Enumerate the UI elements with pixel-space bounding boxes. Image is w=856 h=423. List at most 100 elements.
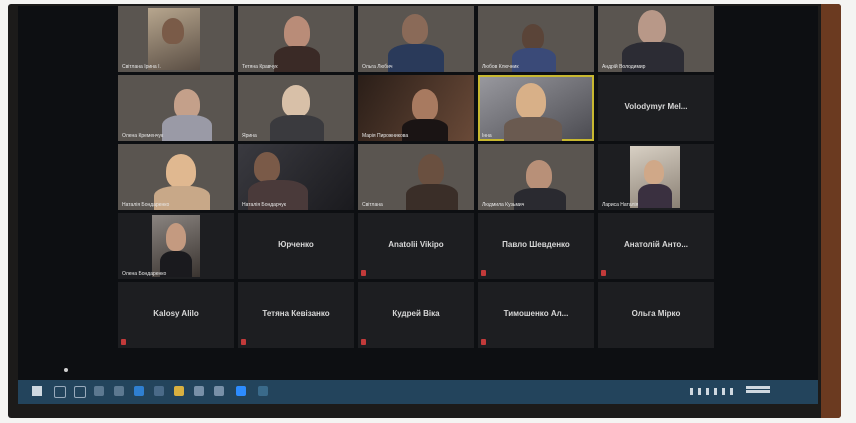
tray-icon[interactable] — [698, 388, 701, 395]
participant-figure — [526, 160, 552, 190]
participant-tile[interactable]: Світлана — [358, 144, 474, 210]
participant-tile[interactable]: Ольга Любич — [358, 6, 474, 72]
muted-mic-icon — [601, 270, 606, 276]
app-icon[interactable] — [114, 386, 124, 396]
participant-name: Ольга Мірко — [631, 309, 681, 318]
windows-start-icon[interactable] — [32, 386, 42, 396]
participant-tile[interactable]: Олена Бондаренко — [118, 213, 234, 279]
participant-name: Павло Шевденко — [502, 240, 570, 249]
participant-name: Тимошенко Ал... — [503, 309, 569, 318]
participant-tile[interactable]: Наталія Бондаренко — [118, 144, 234, 210]
participant-figure — [504, 117, 562, 141]
participant-name: Марія Пирожникова — [362, 133, 409, 139]
edge-browser-icon[interactable] — [134, 386, 144, 396]
screen: Світлана Ірина І. Тетяна Кравчук Ольга Л… — [18, 6, 818, 384]
participant-name: Лариса Наталія — [602, 202, 639, 208]
participant-video — [630, 146, 680, 208]
system-clock[interactable] — [746, 385, 770, 395]
participant-figure — [254, 152, 280, 182]
participant-figure — [284, 16, 310, 48]
participant-tile[interactable]: Наталія Бондарчук — [238, 144, 354, 210]
muted-mic-icon — [361, 270, 366, 276]
participant-gallery: Світлана Ірина І. Тетяна Кравчук Ольга Л… — [118, 6, 714, 350]
participant-name: Ярина — [242, 133, 257, 139]
participant-video — [148, 8, 200, 70]
windows-taskbar — [18, 380, 818, 404]
participant-tile[interactable]: Тетяна Кравчук — [238, 6, 354, 72]
app-icon[interactable] — [214, 386, 224, 396]
participant-video — [152, 215, 200, 277]
participant-figure — [412, 89, 438, 121]
participant-tile[interactable]: Марія Пирожникова — [358, 75, 474, 141]
muted-mic-icon — [481, 270, 486, 276]
tray-icon[interactable] — [706, 388, 709, 395]
volume-icon[interactable] — [722, 388, 725, 395]
participant-name: Світлана — [362, 202, 383, 208]
participant-figure — [388, 44, 444, 72]
participant-name: Олена Бондаренко — [122, 271, 167, 277]
participant-tile[interactable]: Любов Ключник — [478, 6, 594, 72]
participant-figure — [162, 18, 184, 44]
participant-tile[interactable]: Тетяна Кевізанко — [238, 282, 354, 348]
participant-tile[interactable]: Ярина — [238, 75, 354, 141]
muted-mic-icon — [361, 339, 366, 345]
muted-mic-icon — [121, 339, 126, 345]
participant-figure — [406, 184, 458, 210]
participant-figure — [270, 115, 324, 141]
app-icon[interactable] — [194, 386, 204, 396]
participant-figure — [638, 10, 666, 44]
participant-name: Ольга Любич — [362, 64, 393, 70]
participant-name: Anatolii Vikipo — [388, 240, 444, 249]
participant-tile[interactable]: Анатолій Анто... — [598, 213, 714, 279]
participant-name: Світлана Ірина І. — [122, 64, 161, 70]
app-icon[interactable] — [258, 386, 268, 396]
cursor — [64, 368, 68, 372]
participant-figure — [402, 14, 428, 44]
participant-tile[interactable]: Тимошенко Ал... — [478, 282, 594, 348]
participant-figure — [644, 160, 664, 184]
participant-tile[interactable]: Volodymyr Mel... — [598, 75, 714, 141]
participant-name: Любов Ключник — [482, 64, 519, 70]
participant-tile[interactable]: Юрченко — [238, 213, 354, 279]
participant-tile[interactable]: Kalosy Alilo — [118, 282, 234, 348]
monitor-frame: Світлана Ірина І. Тетяна Кравчук Ольга Л… — [8, 4, 841, 418]
search-icon[interactable] — [54, 386, 66, 398]
language-icon[interactable] — [730, 388, 733, 395]
participant-figure — [516, 83, 546, 119]
participant-figure — [402, 119, 448, 141]
wifi-icon[interactable] — [714, 388, 717, 395]
participant-tile[interactable]: Anatolii Vikipo — [358, 213, 474, 279]
participant-tile[interactable]: Андрій Володимир — [598, 6, 714, 72]
muted-mic-icon — [241, 339, 246, 345]
participant-tile[interactable]: Лариса Наталія — [598, 144, 714, 210]
participant-name: Людмила Кузьмич — [482, 202, 525, 208]
participant-tile[interactable]: Павло Шевденко — [478, 213, 594, 279]
participant-tile[interactable]: Олена Кременчук — [118, 75, 234, 141]
monitor-bezel — [821, 4, 841, 418]
participant-name: Інна — [482, 133, 492, 139]
participant-tile[interactable]: Ольга Мірко — [598, 282, 714, 348]
participant-figure — [522, 24, 544, 50]
tray-icon[interactable] — [690, 388, 693, 395]
participant-figure — [162, 115, 212, 141]
participant-figure — [282, 85, 310, 117]
participant-name: Kalosy Alilo — [153, 309, 199, 318]
participant-tile[interactable]: Світлана Ірина І. — [118, 6, 234, 72]
participant-figure — [418, 154, 444, 186]
task-view-icon[interactable] — [74, 386, 86, 398]
participant-figure — [274, 46, 320, 72]
app-icon[interactable] — [154, 386, 164, 396]
muted-mic-icon — [481, 339, 486, 345]
file-explorer-icon[interactable] — [174, 386, 184, 396]
participant-name: Наталія Бондаренко — [122, 202, 170, 208]
participant-tile[interactable]: Людмила Кузьмич — [478, 144, 594, 210]
participant-name: Кудрей Віка — [392, 309, 440, 318]
participant-tile-active-speaker[interactable]: Інна — [478, 75, 594, 141]
participant-figure — [638, 184, 672, 208]
app-icon[interactable] — [94, 386, 104, 396]
zoom-app-icon[interactable] — [236, 386, 246, 396]
participant-tile[interactable]: Кудрей Віка — [358, 282, 474, 348]
participant-figure — [166, 154, 196, 188]
participant-name: Тетяна Кравчук — [242, 64, 278, 70]
participant-name: Анатолій Анто... — [624, 240, 688, 249]
